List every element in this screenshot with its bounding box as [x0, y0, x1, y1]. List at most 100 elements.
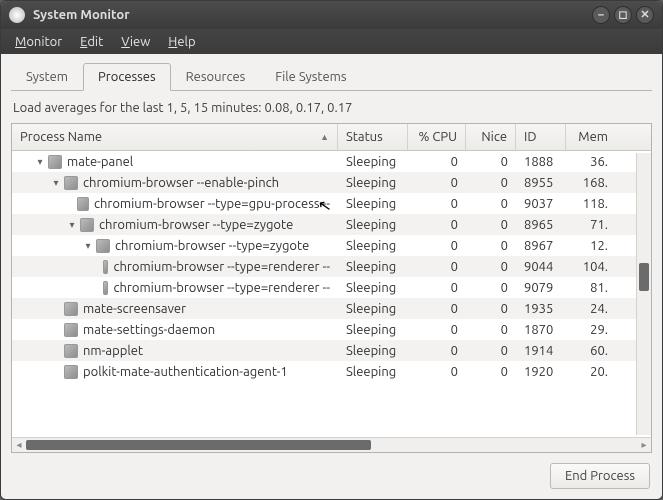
scroll-left-icon[interactable]: ◂: [12, 438, 26, 452]
col-status[interactable]: Status: [338, 124, 408, 150]
table-row[interactable]: mate-screensaverSleeping00193524.: [12, 298, 651, 319]
id-cell: 8965: [516, 218, 566, 232]
expander-icon[interactable]: ▾: [66, 219, 78, 231]
col-cpu[interactable]: % CPU: [408, 124, 466, 150]
process-name-label: mate-screensaver: [83, 302, 186, 316]
sort-indicator-icon: ▲: [320, 132, 329, 142]
col-process-name[interactable]: Process Name▲: [12, 124, 338, 150]
table-header: Process Name▲ Status % CPU Nice ID Mem: [12, 124, 651, 151]
status-cell: Sleeping: [338, 323, 408, 337]
mem-cell: 20.: [566, 365, 616, 379]
nice-cell: 0: [466, 197, 516, 211]
status-cell: Sleeping: [338, 176, 408, 190]
tab-resources[interactable]: Resources: [171, 63, 261, 91]
expander-icon[interactable]: ▾: [50, 177, 62, 189]
mem-cell: 24.: [566, 302, 616, 316]
process-icon: [96, 239, 110, 253]
id-cell: 8967: [516, 239, 566, 253]
system-monitor-window: System Monitor – ◻ ✕ Monitor Edit View H…: [0, 0, 663, 500]
table-row[interactable]: ▾chromium-browser --type=zygoteSleeping0…: [12, 235, 651, 256]
menu-monitor[interactable]: Monitor: [7, 33, 70, 51]
nice-cell: 0: [466, 218, 516, 232]
process-icon: [64, 323, 78, 337]
process-icon: [64, 365, 78, 379]
table-row[interactable]: chromium-browser --type=renderer -- Sleep…: [12, 256, 651, 277]
process-name-label: nm-applet: [83, 344, 143, 358]
vertical-scrollbar[interactable]: [636, 153, 651, 435]
id-cell: 1888: [516, 155, 566, 169]
mem-cell: 29.: [566, 323, 616, 337]
status-cell: Sleeping: [338, 218, 408, 232]
footer: End Process: [11, 453, 652, 489]
minimize-button[interactable]: –: [592, 6, 610, 24]
id-cell: 9079: [516, 281, 566, 295]
table-row[interactable]: ▾chromium-browser --type=zygoteSleeping0…: [12, 214, 651, 235]
table-row[interactable]: ▾chromium-browser --enable-pinchSleeping…: [12, 172, 651, 193]
expander-icon[interactable]: ▾: [34, 156, 46, 168]
status-cell: Sleeping: [338, 155, 408, 169]
status-cell: Sleeping: [338, 302, 408, 316]
end-process-button[interactable]: End Process: [550, 463, 650, 489]
horizontal-scrollbar-thumb[interactable]: [26, 440, 371, 450]
status-cell: Sleeping: [338, 197, 408, 211]
id-cell: 1914: [516, 344, 566, 358]
table-body[interactable]: ▾mate-panelSleeping00188836.▾chromium-br…: [12, 151, 651, 437]
cpu-cell: 0: [408, 197, 466, 211]
horizontal-scrollbar[interactable]: ◂ ▸: [12, 437, 651, 452]
table-row[interactable]: nm-appletSleeping00191460.: [12, 340, 651, 361]
close-button[interactable]: ✕: [636, 6, 654, 24]
tab-system[interactable]: System: [11, 63, 83, 91]
nice-cell: 0: [466, 302, 516, 316]
col-nice[interactable]: Nice: [466, 124, 516, 150]
mem-cell: 60.: [566, 344, 616, 358]
col-mem[interactable]: Mem: [566, 124, 616, 150]
mem-cell: 104.: [566, 260, 616, 274]
menu-help[interactable]: Help: [160, 33, 203, 51]
status-cell: Sleeping: [338, 260, 408, 274]
process-name-label: mate-panel: [67, 155, 133, 169]
process-icon: [77, 197, 88, 211]
col-id[interactable]: ID: [516, 124, 566, 150]
cpu-cell: 0: [408, 176, 466, 190]
nice-cell: 0: [466, 281, 516, 295]
process-icon: [80, 218, 94, 232]
process-icon: [64, 302, 78, 316]
process-name-label: chromium-browser --type=renderer --: [113, 260, 330, 274]
expander-icon[interactable]: ▾: [82, 240, 94, 252]
vertical-scrollbar-thumb[interactable]: [639, 263, 649, 291]
status-cell: Sleeping: [338, 365, 408, 379]
table-row[interactable]: chromium-browser --type=gpu-process -- Sl…: [12, 193, 651, 214]
tab-processes[interactable]: Processes: [83, 63, 171, 91]
mem-cell: 118.: [566, 197, 616, 211]
cpu-cell: 0: [408, 260, 466, 274]
menu-view[interactable]: View: [113, 33, 158, 51]
maximize-button[interactable]: ◻: [614, 6, 632, 24]
process-icon: [64, 344, 78, 358]
nice-cell: 0: [466, 323, 516, 337]
process-icon: [64, 176, 78, 190]
id-cell: 9037: [516, 197, 566, 211]
process-name-label: polkit-mate-authentication-agent-1: [83, 365, 288, 379]
id-cell: 1870: [516, 323, 566, 337]
process-icon: [103, 260, 108, 274]
mem-cell: 71.: [566, 218, 616, 232]
nice-cell: 0: [466, 260, 516, 274]
cpu-cell: 0: [408, 323, 466, 337]
nice-cell: 0: [466, 155, 516, 169]
process-icon: [48, 155, 62, 169]
cpu-cell: 0: [408, 344, 466, 358]
process-name-label: chromium-browser --type=gpu-process --: [94, 197, 330, 211]
id-cell: 1935: [516, 302, 566, 316]
titlebar[interactable]: System Monitor – ◻ ✕: [1, 1, 662, 29]
cpu-cell: 0: [408, 281, 466, 295]
table-row[interactable]: polkit-mate-authentication-agent-1 Sleepi…: [12, 361, 651, 382]
table-row[interactable]: chromium-browser --type=renderer --Sleep…: [12, 277, 651, 298]
scroll-right-icon[interactable]: ▸: [637, 438, 651, 452]
menu-edit[interactable]: Edit: [72, 33, 111, 51]
tab-filesystems[interactable]: File Systems: [260, 63, 361, 91]
table-row[interactable]: mate-settings-daemonSleeping00187029.: [12, 319, 651, 340]
status-cell: Sleeping: [338, 344, 408, 358]
mem-cell: 12.: [566, 239, 616, 253]
table-row[interactable]: ▾mate-panelSleeping00188836.: [12, 151, 651, 172]
load-average-label: Load averages for the last 1, 5, 15 minu…: [13, 101, 650, 115]
